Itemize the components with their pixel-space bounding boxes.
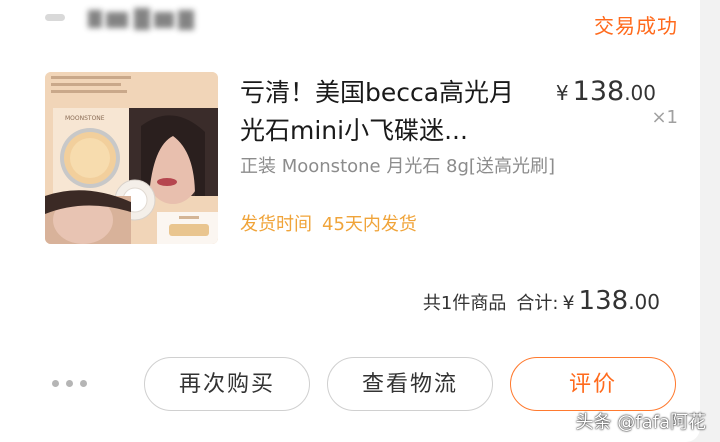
order-card: 交易成功 MOONSTONE 亏清！美国becca高光月 光石mini小飞碟迷.… xyxy=(0,0,700,442)
product-title[interactable]: 亏清！美国becca高光月 光石mini小飞碟迷... xyxy=(240,74,560,150)
product-title-line2: 光石mini小飞碟迷... xyxy=(240,116,468,145)
watermark: 头条 @fafa阿花 xyxy=(575,412,706,433)
price-decimal: .00 xyxy=(624,81,656,105)
shop-header[interactable]: 交易成功 xyxy=(0,0,700,46)
item-count: 共1件商品 xyxy=(422,293,507,314)
price-integer: 138 xyxy=(572,76,625,107)
more-options-icon[interactable] xyxy=(52,380,88,390)
product-sku: 正装 Moonstone 月光石 8g[送高光刷] xyxy=(240,156,555,177)
order-status: 交易成功 xyxy=(594,14,678,38)
view-logistics-button[interactable]: 查看物流 xyxy=(327,357,493,411)
product-image[interactable]: MOONSTONE xyxy=(45,72,218,244)
unit-price: ¥138.00 xyxy=(556,76,656,107)
order-summary: 共1件商品 合计: ¥138.00 xyxy=(423,286,660,316)
review-button[interactable]: 评价 xyxy=(510,357,676,411)
total-integer: 138 xyxy=(578,286,629,316)
price-symbol: ¥ xyxy=(555,81,569,105)
quantity: ×1 xyxy=(651,107,678,128)
product-title-line1: 亏清！美国becca高光月 xyxy=(240,78,515,107)
shop-indicator xyxy=(45,14,65,21)
total-decimal: .00 xyxy=(628,290,660,314)
total-symbol: ¥ xyxy=(562,292,575,314)
shipping-time: 发货时间 45天内发货 xyxy=(240,210,417,236)
shipping-label: 发货时间 xyxy=(240,214,312,235)
shipping-value: 45天内发货 xyxy=(322,214,417,235)
product-image-art: MOONSTONE xyxy=(45,72,218,244)
product-image-label: MOONSTONE xyxy=(65,115,105,122)
total-label: 合计: xyxy=(516,293,559,314)
rebuy-button[interactable]: 再次购买 xyxy=(144,357,310,411)
shop-name-blurred[interactable] xyxy=(88,4,198,34)
